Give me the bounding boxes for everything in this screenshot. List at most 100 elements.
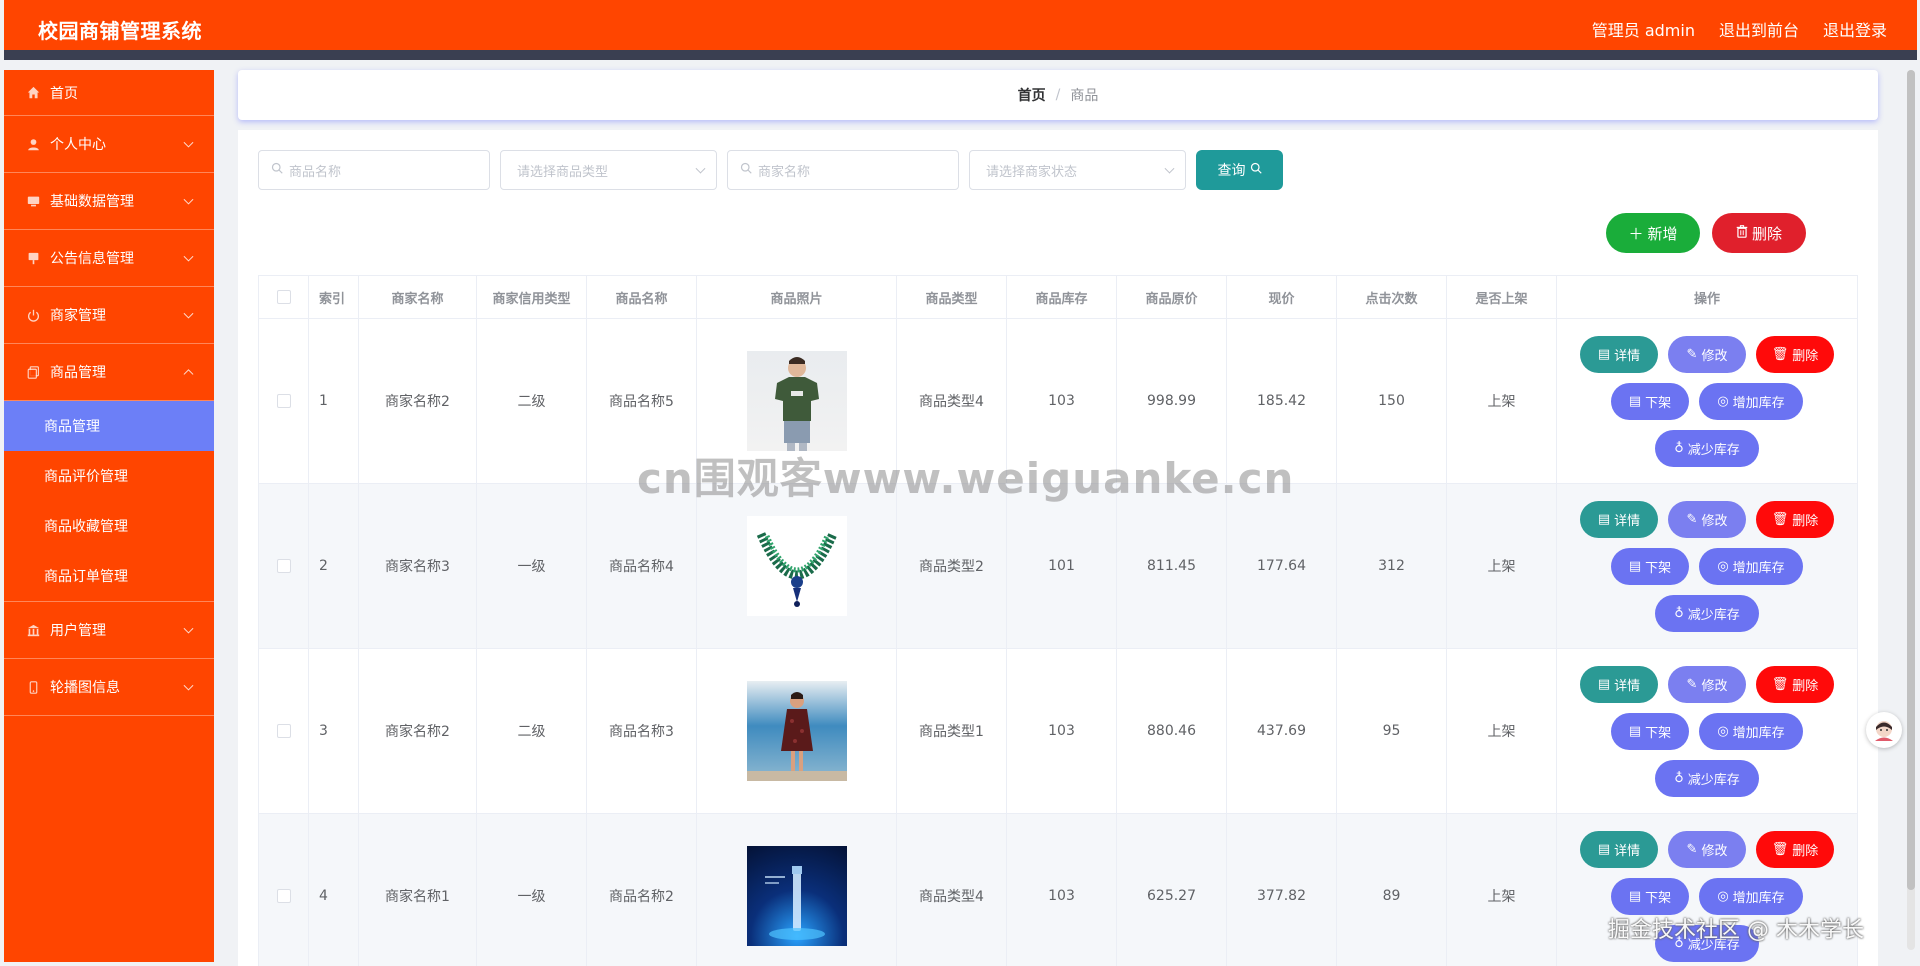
cell-goods-type: 商品类型1 — [897, 649, 1007, 814]
add-stock-label: 增加库存 — [1732, 890, 1785, 906]
goods-photo-cosmetic[interactable] — [746, 846, 847, 946]
detail-label: 详情 — [1614, 513, 1641, 529]
select-all-checkbox[interactable] — [276, 290, 291, 304]
edit-button[interactable]: ✎ 修改 — [1668, 830, 1746, 868]
cell-goods-photo — [697, 484, 897, 649]
row-checkbox[interactable] — [276, 559, 291, 573]
cell-operations: ▤ 详情 ✎ 修改 🗑 删除 ▤ 下架 ◎ 增加库存 ♁ 减少库存 — [1557, 814, 1858, 966]
header-goods-name: 商品名称 — [587, 276, 697, 319]
document-icon: ▤ — [1628, 888, 1642, 904]
shop-status-placeholder: 请选择商家状态 — [986, 164, 1078, 180]
pencil-icon: ✎ — [1686, 841, 1698, 857]
cell-goods-type: 商品类型4 — [897, 319, 1007, 484]
delete-button[interactable]: 🗑 删除 — [1756, 335, 1834, 373]
sidebar-subitem-goods-order[interactable]: 商品订单管理 — [4, 551, 214, 601]
sidebar-item-home[interactable]: 首页 — [4, 70, 214, 116]
breadcrumb-home[interactable]: 首页 — [1018, 85, 1046, 105]
sidebar-item-notice[interactable]: 公告信息管理 — [4, 230, 214, 287]
edit-button[interactable]: ✎ 修改 — [1668, 335, 1746, 373]
header-actions: 管理员 admin 退出到前台 退出登录 — [1592, 17, 1887, 41]
document-icon: ▤ — [1597, 346, 1611, 362]
cell-goods-type: 商品类型2 — [897, 484, 1007, 649]
detail-button[interactable]: ▤ 详情 — [1580, 830, 1658, 868]
monitor-icon — [26, 194, 40, 208]
edit-button[interactable]: ✎ 修改 — [1668, 500, 1746, 538]
reduce-stock-button[interactable]: ♁ 减少库存 — [1655, 429, 1759, 467]
sidebar-item-personal[interactable]: 个人中心 — [4, 116, 214, 173]
shop-name-input[interactable]: 商家名称 — [727, 150, 959, 190]
offshelf-label: 下架 — [1645, 560, 1672, 576]
cell-clicks: 95 — [1337, 649, 1447, 814]
row-checkbox[interactable] — [276, 889, 291, 903]
reduce-stock-label: 减少库存 — [1687, 607, 1740, 623]
row-select-cell — [259, 649, 309, 814]
reduce-stock-label: 减少库存 — [1687, 772, 1740, 788]
assistant-avatar[interactable] — [1866, 712, 1902, 748]
cell-current-price: 437.69 — [1227, 649, 1337, 814]
chevron-down-icon — [183, 194, 194, 205]
header-current-price: 现价 — [1227, 276, 1337, 319]
detail-button[interactable]: ▤ 详情 — [1580, 500, 1658, 538]
goods-photo-dress[interactable] — [746, 681, 847, 781]
goods-type-placeholder: 请选择商品类型 — [517, 164, 609, 180]
chevron-down-icon — [183, 623, 194, 634]
add-stock-button[interactable]: ◎ 增加库存 — [1699, 547, 1803, 585]
offshelf-button[interactable]: ▤ 下架 — [1611, 382, 1689, 420]
goods-type-select[interactable]: 请选择商品类型 — [500, 150, 717, 190]
sidebar-item-basic-data[interactable]: 基础数据管理 — [4, 173, 214, 230]
logout-link[interactable]: 退出登录 — [1823, 17, 1887, 41]
goods-submenu: 商品管理 商品评价管理 商品收藏管理 商品订单管理 — [4, 401, 214, 602]
add-button[interactable]: ＋ 新增 — [1606, 213, 1700, 253]
trash-icon: 🗑 — [1771, 841, 1789, 857]
cell-goods-type: 商品类型4 — [897, 814, 1007, 966]
location-icon: ◎ — [1717, 393, 1729, 409]
add-stock-button[interactable]: ◎ 增加库存 — [1699, 877, 1803, 915]
detail-button[interactable]: ▤ 详情 — [1580, 335, 1658, 373]
edit-button[interactable]: ✎ 修改 — [1668, 665, 1746, 703]
offshelf-button[interactable]: ▤ 下架 — [1611, 547, 1689, 585]
cell-index: 4 — [309, 814, 359, 966]
row-checkbox[interactable] — [276, 724, 291, 738]
scrollbar-thumb[interactable] — [1907, 70, 1915, 890]
add-stock-button[interactable]: ◎ 增加库存 — [1699, 382, 1803, 420]
sidebar-item-shop[interactable]: 商家管理 — [4, 287, 214, 344]
sidebar-item-carousel[interactable]: 轮播图信息 — [4, 659, 214, 716]
delete-label: 删除 — [1792, 678, 1819, 694]
delete-button[interactable]: 🗑 删除 — [1756, 500, 1834, 538]
sidebar-subitem-goods-review[interactable]: 商品评价管理 — [4, 451, 214, 501]
goods-photo-tshirt[interactable] — [746, 351, 847, 451]
breadcrumb-separator: / — [1055, 87, 1061, 103]
document-icon: ▤ — [1597, 511, 1611, 527]
delete-button[interactable]: 🗑 删除 — [1756, 830, 1834, 868]
goods-name-input[interactable]: 商品名称 — [258, 150, 490, 190]
delete-button[interactable]: 🗑 删除 — [1756, 665, 1834, 703]
row-checkbox[interactable] — [276, 394, 291, 408]
sidebar-item-users[interactable]: 用户管理 — [4, 602, 214, 659]
offshelf-label: 下架 — [1645, 890, 1672, 906]
offshelf-button[interactable]: ▤ 下架 — [1611, 712, 1689, 750]
chevron-up-icon — [183, 369, 194, 380]
batch-delete-button[interactable]: 删除 — [1712, 213, 1806, 253]
sidebar-item-goods[interactable]: 商品管理 — [4, 344, 214, 401]
document-icon: ▤ — [1628, 558, 1642, 574]
shop-status-select[interactable]: 请选择商家状态 — [969, 150, 1186, 190]
cell-credit-type: 二级 — [477, 649, 587, 814]
sidebar-subitem-goods-manage[interactable]: 商品管理 — [4, 401, 214, 451]
sidebar-subitem-goods-favorite[interactable]: 商品收藏管理 — [4, 501, 214, 551]
home-icon — [26, 86, 40, 100]
detail-button[interactable]: ▤ 详情 — [1580, 665, 1658, 703]
offshelf-button[interactable]: ▤ 下架 — [1611, 877, 1689, 915]
exit-to-front-link[interactable]: 退出到前台 — [1719, 17, 1799, 41]
document-icon: ▤ — [1597, 841, 1611, 857]
cell-original-price: 811.45 — [1117, 484, 1227, 649]
query-button[interactable]: 查询 — [1196, 150, 1283, 190]
add-stock-button[interactable]: ◎ 增加库存 — [1699, 712, 1803, 750]
cell-goods-name: 商品名称4 — [587, 484, 697, 649]
reduce-stock-button[interactable]: ♁ 减少库存 — [1655, 594, 1759, 632]
reduce-stock-button[interactable]: ♁ 减少库存 — [1655, 924, 1759, 962]
search-icon — [271, 162, 283, 178]
goods-photo-necklace[interactable] — [746, 516, 847, 616]
page-scrollbar[interactable] — [1907, 70, 1915, 950]
reduce-stock-button[interactable]: ♁ 减少库存 — [1655, 759, 1759, 797]
header-on-shelf: 是否上架 — [1447, 276, 1557, 319]
